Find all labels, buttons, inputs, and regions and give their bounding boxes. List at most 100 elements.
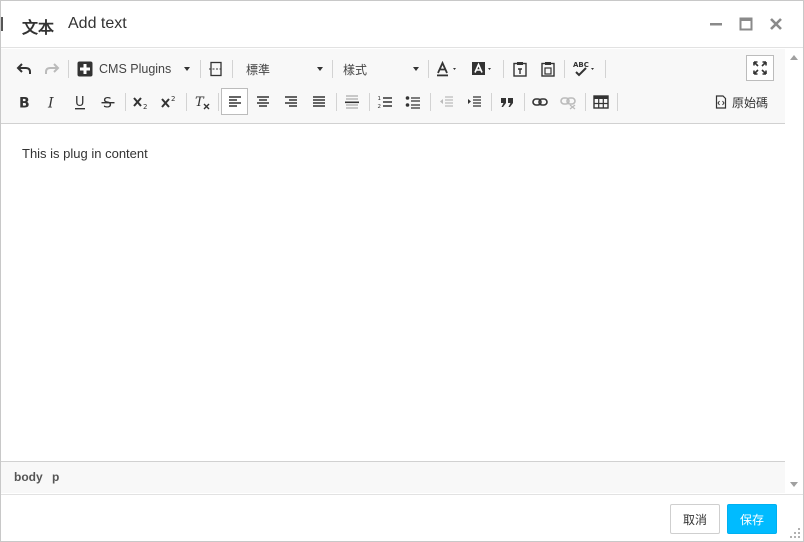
unlink-icon <box>560 97 576 110</box>
chevron-down-icon <box>184 67 190 71</box>
bulleted-list-icon <box>405 96 420 109</box>
toolbar-separator <box>428 60 429 78</box>
numbered-list-button[interactable]: 12 <box>374 90 396 114</box>
editor-content-area[interactable]: This is plug in content <box>1 124 785 461</box>
bold-button[interactable]: B <box>13 90 35 114</box>
indent-icon <box>468 96 481 107</box>
underline-button[interactable]: U <box>69 90 91 114</box>
format-dropdown[interactable]: 標準 <box>241 57 327 81</box>
italic-button[interactable]: I <box>41 90 63 114</box>
save-button[interactable]: 保存 <box>727 504 777 534</box>
align-right-icon <box>285 96 297 107</box>
paste-text-icon <box>513 62 527 77</box>
align-left-button[interactable] <box>221 88 248 115</box>
link-button[interactable] <box>529 90 551 114</box>
quote-icon <box>501 98 513 107</box>
toolbar-separator <box>585 93 586 111</box>
toolbar-separator <box>491 93 492 111</box>
svg-text:2: 2 <box>143 103 147 110</box>
source-icon <box>715 95 727 109</box>
add-text-dialog: 文本 Add text CMS Plugins 標準 樣式 ABC B I U … <box>0 0 804 542</box>
decrease-indent-button[interactable] <box>435 90 457 114</box>
toolbar-separator <box>125 93 126 111</box>
resize-grip-icon[interactable] <box>789 527 801 539</box>
paste-word-button[interactable] <box>537 57 559 81</box>
underline-icon: U <box>75 95 85 110</box>
dialog-title-cn: 文本 <box>22 18 55 37</box>
vertical-scrollbar[interactable] <box>785 49 803 493</box>
text-color-button[interactable] <box>434 57 462 81</box>
superscript-icon: 2 <box>161 95 175 108</box>
toolbar-separator <box>524 93 525 111</box>
align-justify-button[interactable] <box>308 90 330 114</box>
paste-text-button[interactable] <box>509 57 531 81</box>
toolbar-separator <box>186 93 187 111</box>
subscript-button[interactable]: 2 <box>130 90 152 114</box>
horizontal-rule-icon <box>345 95 359 109</box>
align-center-icon <box>257 96 269 107</box>
strikethrough-button[interactable]: S <box>97 90 119 114</box>
page-break-icon <box>209 61 223 77</box>
unlink-button[interactable] <box>557 90 579 114</box>
format-combo-label: 標準 <box>246 62 271 77</box>
minimize-button[interactable] <box>707 15 725 33</box>
source-button[interactable]: 原始碼 <box>711 90 773 114</box>
toolbar-separator <box>68 60 69 78</box>
svg-text:2: 2 <box>378 104 382 110</box>
align-center-button[interactable] <box>252 90 274 114</box>
toolbar-separator <box>503 60 504 78</box>
superscript-button[interactable]: 2 <box>158 90 180 114</box>
svg-text:U: U <box>75 95 85 110</box>
spellcheck-icon: ABC <box>573 61 594 77</box>
scroll-down-icon[interactable] <box>790 482 798 487</box>
svg-text:1: 1 <box>378 96 382 102</box>
cms-plugins-label: CMS Plugins <box>99 62 172 76</box>
horizontal-rule-button[interactable] <box>341 90 363 114</box>
background-color-button[interactable] <box>469 57 497 81</box>
element-path-bar: body p <box>1 461 785 493</box>
dialog-footer: 取消 保存 <box>1 494 803 541</box>
redo-icon <box>45 63 60 74</box>
toolbar-separator <box>232 60 233 78</box>
toolbar-separator <box>605 60 606 78</box>
undo-button[interactable] <box>13 57 35 81</box>
text-color-icon <box>437 61 456 77</box>
table-button[interactable] <box>590 90 612 114</box>
outdent-icon <box>440 96 453 107</box>
page-break-button[interactable] <box>205 57 227 81</box>
undo-icon <box>16 63 31 74</box>
scroll-up-icon[interactable] <box>790 55 798 60</box>
editor-paragraph[interactable]: This is plug in content <box>22 146 148 161</box>
toolbar-separator <box>617 93 618 111</box>
styles-dropdown[interactable]: 樣式 <box>339 57 423 81</box>
dialog-titlebar[interactable]: 文本 Add text <box>1 1 803 48</box>
maximize-editor-button[interactable] <box>746 55 774 81</box>
close-button[interactable] <box>767 15 785 33</box>
cms-plugins-dropdown[interactable]: CMS Plugins <box>76 57 194 81</box>
bulleted-list-button[interactable] <box>402 90 424 114</box>
remove-format-button[interactable]: T <box>191 90 213 114</box>
background-color-icon <box>472 62 491 75</box>
maximize-icon <box>739 17 753 31</box>
svg-text:T: T <box>195 95 205 110</box>
redo-button[interactable] <box>41 57 63 81</box>
path-item-body[interactable]: body <box>14 470 43 484</box>
svg-text:2: 2 <box>171 95 175 103</box>
align-right-button[interactable] <box>280 90 302 114</box>
increase-indent-button[interactable] <box>463 90 485 114</box>
editor-toolbar: CMS Plugins 標準 樣式 ABC B I U S 2 2 T 1 2 … <box>1 49 785 124</box>
path-item-p[interactable]: p <box>52 470 59 484</box>
source-label: 原始碼 <box>732 95 769 110</box>
spellcheck-button[interactable]: ABC <box>569 57 599 81</box>
chevron-down-icon <box>413 67 419 71</box>
blockquote-button[interactable] <box>496 90 518 114</box>
align-justify-icon <box>313 96 325 107</box>
toolbar-separator <box>336 93 337 111</box>
svg-text:ABC: ABC <box>573 61 589 69</box>
cancel-button[interactable]: 取消 <box>670 504 720 534</box>
plugin-puzzle-icon <box>77 61 93 77</box>
numbered-list-icon: 12 <box>378 96 392 110</box>
maximize-button[interactable] <box>737 15 755 33</box>
minimize-icon <box>710 23 722 26</box>
close-icon <box>770 18 782 30</box>
